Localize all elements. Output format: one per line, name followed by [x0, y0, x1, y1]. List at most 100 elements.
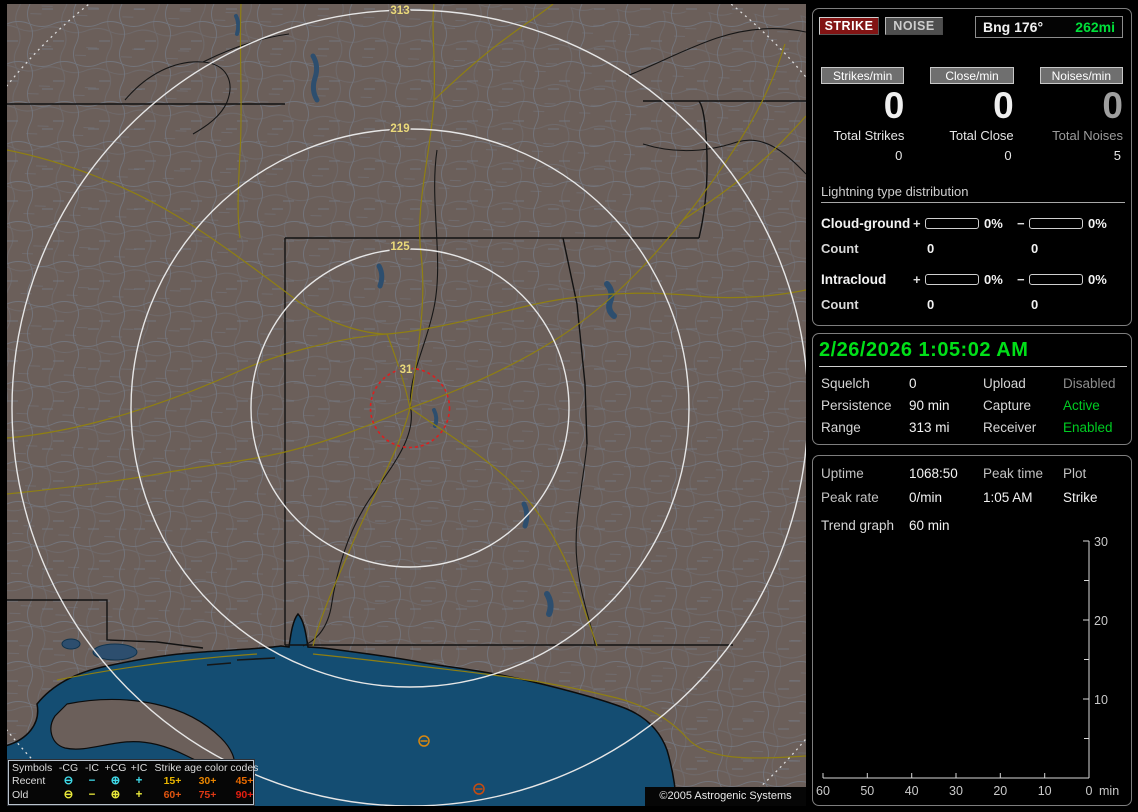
ic-count-label: Count	[821, 297, 859, 312]
neg-cg-old-icon: ⊖	[63, 788, 74, 801]
bearing-value: Bng 176°	[983, 19, 1044, 35]
bearing-distance: 262mi	[1075, 19, 1115, 35]
ic-positive-count: 0	[927, 297, 935, 312]
strikes-per-min-value: 0	[883, 85, 905, 126]
legend-col-pos-ic: +IC	[130, 762, 148, 774]
legend-row-recent-label: Recent	[12, 775, 46, 788]
close-counter: Close/min 0 Total Close 0	[930, 67, 1014, 163]
neg-cg-recent-icon: ⊖	[63, 775, 74, 788]
total-strikes-label: Total Strikes	[833, 128, 905, 143]
noises-counter: Noises/min 0 Total Noises 5	[1039, 67, 1123, 163]
ic-negative-percent: 0%	[1088, 272, 1107, 287]
counters-panel: STRIKE NOISE Bng 176° 262mi Strikes/min …	[812, 8, 1132, 326]
plot-value: Strike	[1063, 490, 1098, 505]
total-close-value: 0	[1004, 148, 1012, 163]
cloud-ground-label: Cloud-ground	[821, 216, 911, 231]
ring-label-125: 125	[390, 241, 410, 253]
range-label: Range	[821, 420, 861, 435]
pos-cg-old-icon: ⊕	[110, 788, 121, 801]
age-45: 45+	[235, 775, 254, 788]
receiver-status: Enabled	[1063, 420, 1113, 435]
y-tick-30: 30	[1094, 535, 1108, 549]
cg-negative-count: 0	[1031, 241, 1039, 256]
ic-positive-bar	[925, 274, 979, 285]
peak-rate-value: 0/min	[909, 490, 943, 505]
legend-row-old-label: Old	[12, 788, 29, 801]
pos-ic-recent-icon: +	[135, 775, 143, 788]
capture-status: Active	[1063, 398, 1100, 413]
ic-negative-bar	[1029, 274, 1083, 285]
age-75: 75+	[198, 788, 217, 801]
trend-graph: 30 20 10 60 50 40 30 20 10 0 min	[816, 535, 1119, 798]
pos-cg-recent-icon: ⊕	[110, 775, 121, 788]
cg-positive-bar	[925, 218, 979, 229]
persistence-value: 90 min	[909, 398, 950, 413]
cg-count-label: Count	[821, 241, 859, 256]
neg-ic-old-icon: −	[88, 788, 96, 801]
strike-mode-button[interactable]: STRIKE	[819, 17, 879, 35]
plus-sign: +	[913, 272, 921, 287]
peak-time-value: 1:05 AM	[983, 490, 1033, 505]
peak-rate-label: Peak rate	[821, 490, 879, 505]
distribution-title: Lightning type distribution	[821, 184, 1125, 203]
noise-mode-button[interactable]: NOISE	[885, 17, 943, 35]
stats-panel: Uptime 1068:50 Peak time Plot Peak rate …	[812, 455, 1132, 806]
lightning-map[interactable]: 313 219 125 31	[7, 4, 806, 806]
uptime-value: 1068:50	[909, 466, 958, 481]
legend-header-symbols: Symbols	[12, 762, 53, 774]
total-noises-label: Total Noises	[1052, 128, 1123, 143]
map-canvas: 313 219 125 31	[7, 4, 806, 806]
ring-label-313: 313	[390, 5, 409, 17]
x-tick-20: 20	[993, 784, 1007, 798]
range-value: 313 mi	[909, 420, 950, 435]
datetime-divider	[819, 366, 1127, 367]
noises-per-min-value: 0	[1102, 85, 1123, 126]
age-15: 15+	[163, 775, 182, 788]
bearing-display: Bng 176° 262mi	[975, 16, 1123, 38]
cg-positive-percent: 0%	[984, 216, 1003, 231]
legend-col-neg-ic: -IC	[85, 762, 99, 774]
legend-age-header: Strike age color codes	[154, 762, 259, 774]
cg-positive-count: 0	[927, 241, 935, 256]
minus-sign: −	[1017, 216, 1025, 231]
ic-negative-count: 0	[1031, 297, 1039, 312]
ring-label-31: 31	[400, 364, 413, 376]
status-panel: 2/26/2026 1:05:02 AM Squelch 0 Upload Di…	[812, 333, 1132, 445]
squelch-value: 0	[909, 376, 917, 391]
ring-label-219: 219	[390, 123, 409, 135]
system-datetime: 2/26/2026 1:05:02 AM	[819, 339, 1029, 361]
age-30: 30+	[198, 775, 217, 788]
map-legend: Symbols -CG -IC +CG +IC Strike age color…	[8, 760, 258, 805]
lightning-distribution: Lightning type distribution Cloud-ground…	[821, 184, 1125, 317]
total-noises-value: 5	[1113, 148, 1121, 163]
x-tick-40: 40	[905, 784, 919, 798]
legend-col-pos-cg: +CG	[104, 762, 127, 774]
app-window: { "colors": { "land": "#6b5f5a", "water"…	[0, 0, 1138, 812]
x-tick-30: 30	[949, 784, 963, 798]
x-tick-50: 50	[860, 784, 874, 798]
plus-sign: +	[913, 216, 921, 231]
age-90: 90+	[235, 788, 254, 801]
uptime-label: Uptime	[821, 466, 864, 481]
legend-col-neg-cg: -CG	[58, 762, 79, 774]
close-per-min-button[interactable]: Close/min	[930, 67, 1014, 84]
ic-positive-percent: 0%	[984, 272, 1003, 287]
x-axis-unit: min	[1099, 784, 1119, 798]
cg-negative-bar	[1029, 218, 1083, 229]
persistence-label: Persistence	[821, 398, 892, 413]
total-strikes-value: 0	[895, 148, 903, 163]
peak-time-label: Peak time	[983, 466, 1044, 481]
strikes-counter: Strikes/min 0 Total Strikes 0	[821, 67, 905, 163]
y-tick-10: 10	[1094, 693, 1108, 707]
pos-ic-old-icon: +	[135, 788, 143, 801]
x-tick-0: 0	[1086, 784, 1093, 798]
strikes-per-min-button[interactable]: Strikes/min	[821, 67, 905, 84]
intracloud-label: Intracloud	[821, 272, 887, 287]
noises-per-min-button[interactable]: Noises/min	[1039, 67, 1123, 84]
upload-status: Disabled	[1063, 376, 1116, 391]
capture-label: Capture	[983, 398, 1032, 413]
y-tick-20: 20	[1094, 614, 1108, 628]
age-60: 60+	[163, 788, 182, 801]
cg-negative-percent: 0%	[1088, 216, 1107, 231]
plot-label: Plot	[1063, 466, 1087, 481]
